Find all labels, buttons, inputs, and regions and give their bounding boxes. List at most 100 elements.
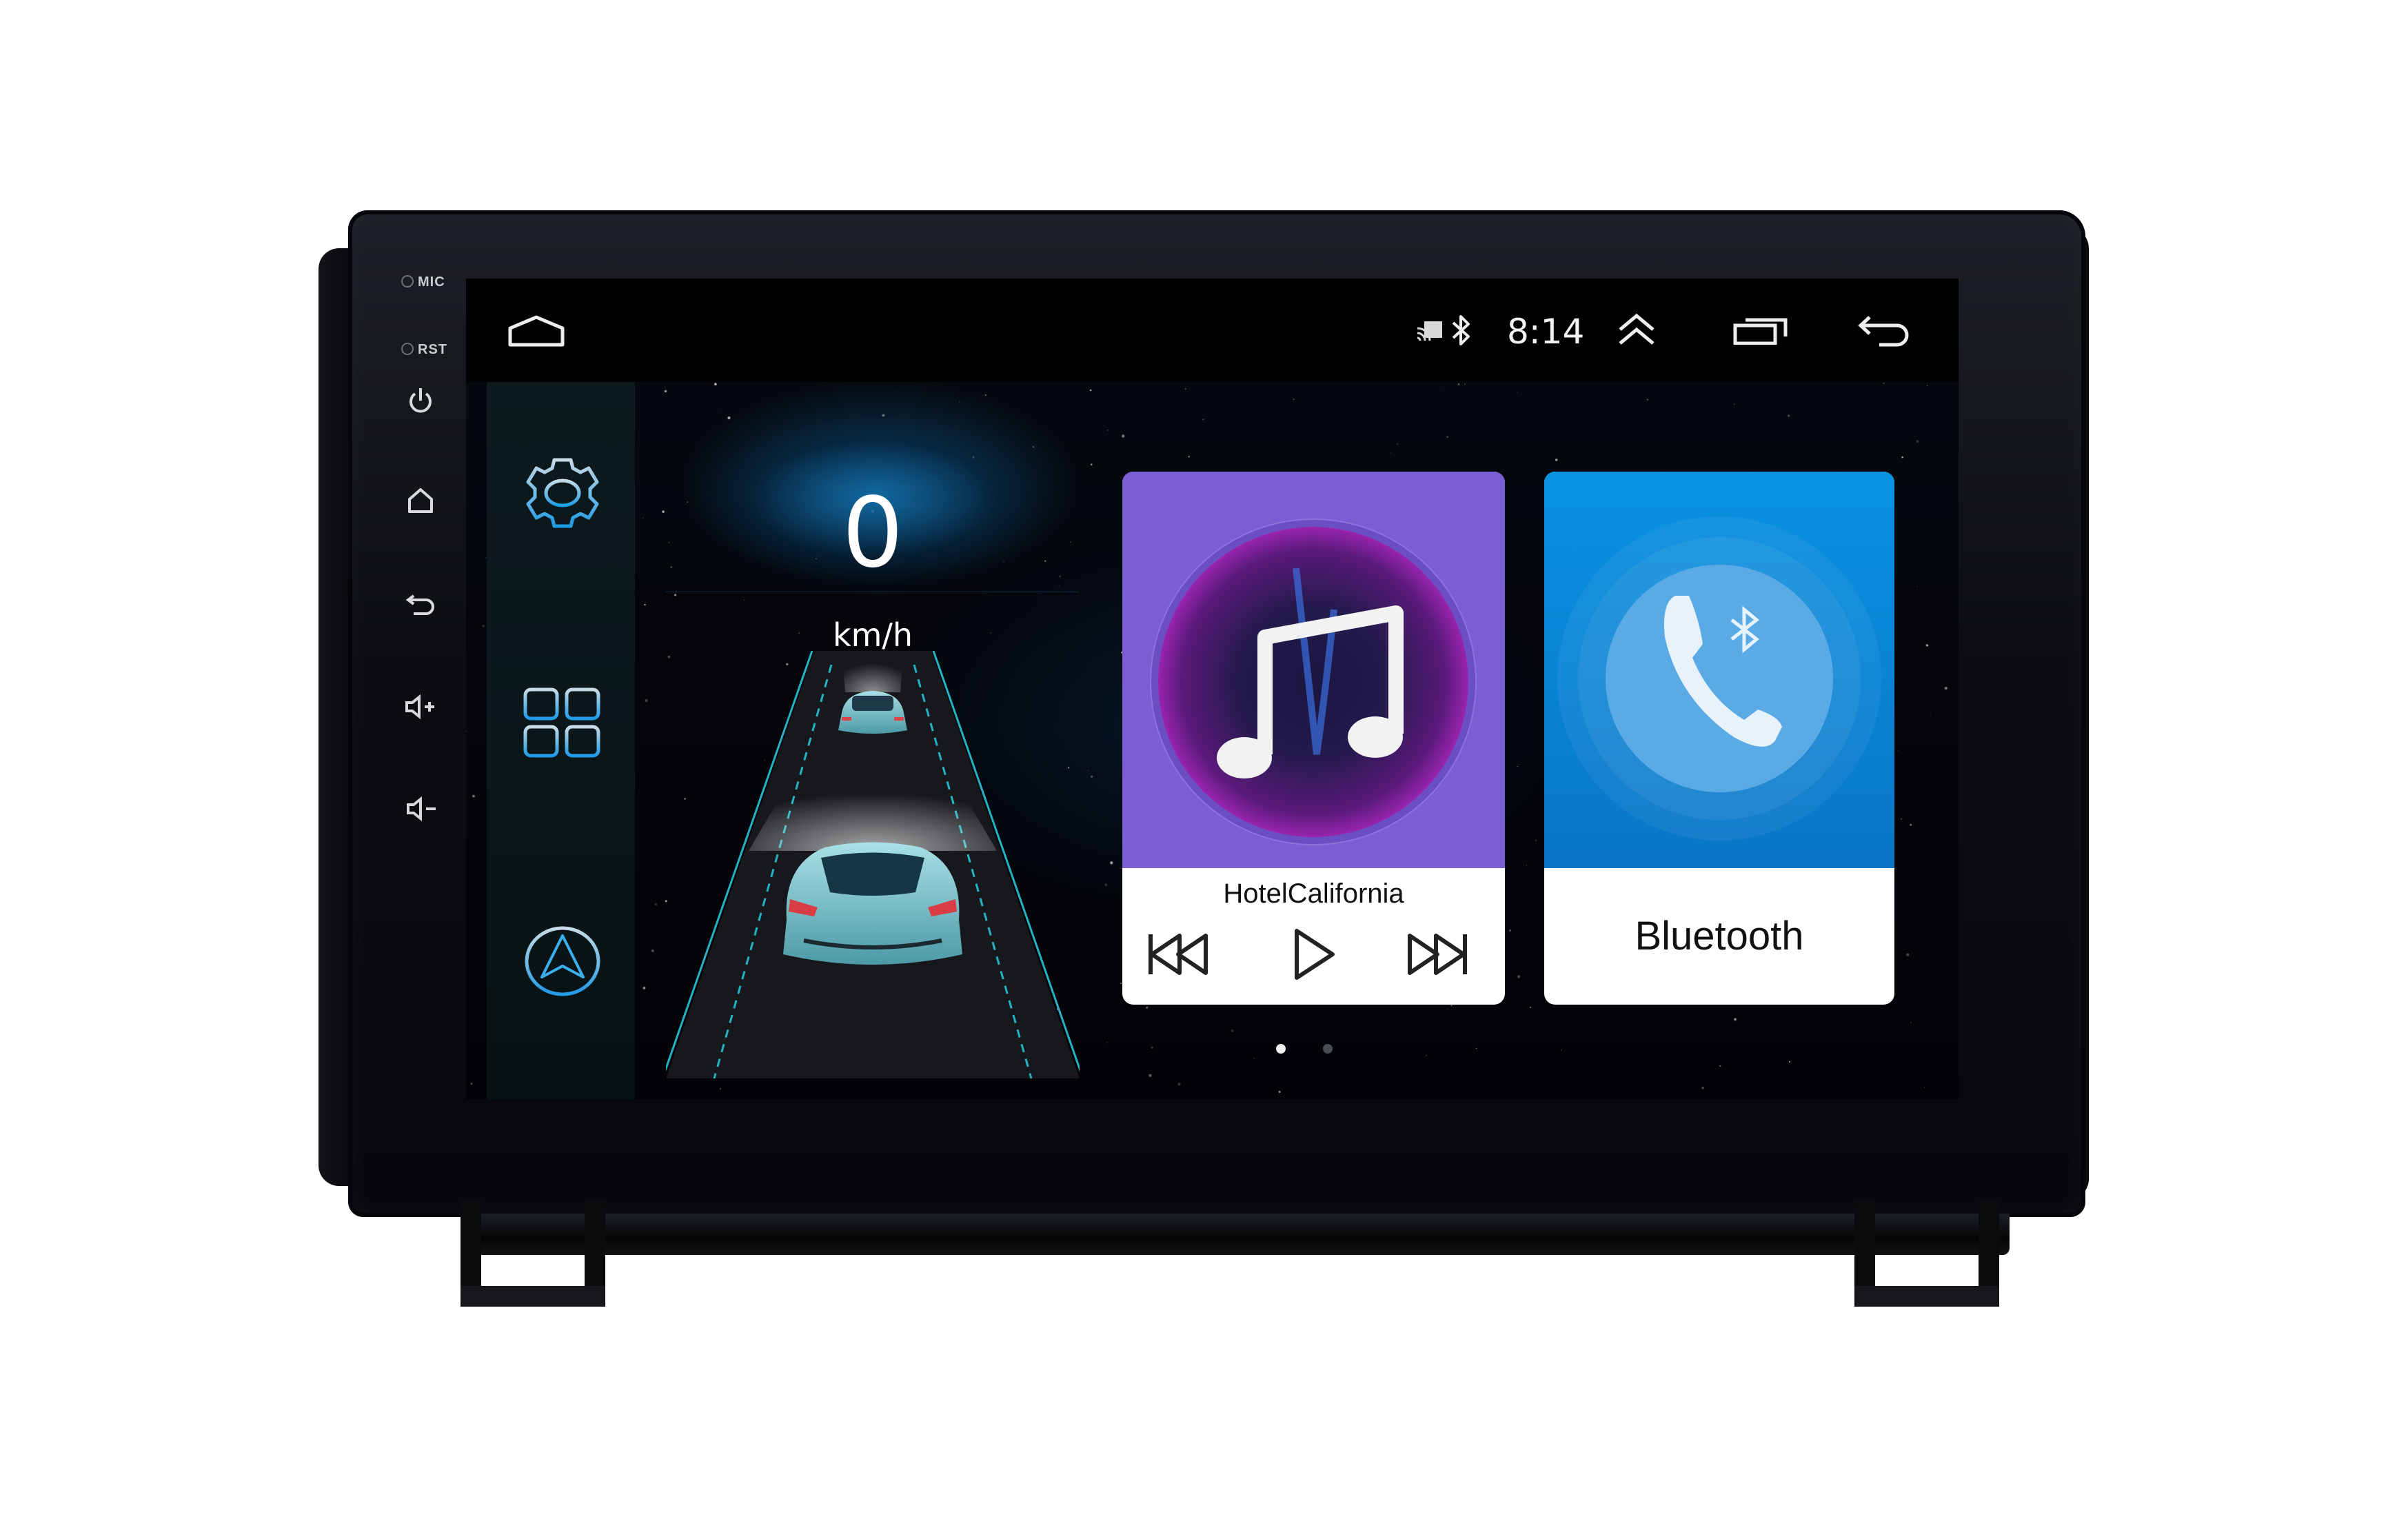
mount-bracket-right	[1854, 1200, 1999, 1307]
double-chevron-up-icon	[1619, 313, 1655, 345]
bluetooth-status	[1450, 313, 1473, 348]
back-icon	[405, 594, 434, 615]
star	[1446, 436, 1448, 438]
star	[1789, 1060, 1791, 1063]
bluetooth-icon	[1452, 315, 1470, 345]
star	[1122, 434, 1125, 438]
star	[645, 698, 648, 703]
music-note-icon	[1217, 567, 1404, 778]
hardware-volume-down-button[interactable]	[400, 792, 441, 826]
star	[1923, 1087, 1925, 1088]
star	[1910, 824, 1912, 826]
star	[1278, 1091, 1281, 1093]
star	[1910, 1022, 1912, 1023]
reset-label: RST	[418, 342, 447, 357]
page-dot[interactable]	[1323, 1044, 1333, 1054]
star	[1901, 456, 1903, 459]
mic-hole-icon	[401, 275, 414, 288]
ego-car-image	[783, 842, 962, 965]
speed-value: 0	[842, 477, 904, 590]
status-home-button[interactable]	[507, 314, 565, 348]
star	[719, 1087, 722, 1090]
hardware-home-button[interactable]	[400, 483, 441, 517]
star	[1883, 382, 1885, 384]
star	[1146, 1006, 1149, 1009]
dock-item-navigation[interactable]	[514, 916, 611, 1006]
star	[1293, 399, 1295, 401]
star	[1944, 687, 1947, 690]
mic-label: MIC	[418, 274, 445, 290]
dock-item-settings[interactable]	[514, 448, 611, 537]
gear-icon	[526, 458, 599, 528]
play-button[interactable]	[1275, 923, 1351, 985]
star	[1450, 1005, 1453, 1007]
bluetooth-widget[interactable]: Bluetooth	[1544, 472, 1894, 1005]
star	[654, 903, 658, 906]
hardware-back-button[interactable]	[400, 586, 441, 621]
star	[1517, 975, 1521, 978]
star	[472, 794, 475, 798]
home-icon	[508, 315, 565, 347]
star	[1897, 750, 1899, 752]
star	[1110, 861, 1113, 865]
star	[1509, 929, 1511, 932]
bluetooth-artwork	[1544, 472, 1894, 868]
hardware-power-button[interactable]	[400, 383, 441, 417]
touch-screen: 8:14 0 km/h HotelCalifornia Bluetooth	[466, 279, 1959, 1099]
star	[1535, 839, 1537, 841]
star	[1464, 383, 1466, 385]
navigation-arrow-icon	[525, 926, 600, 996]
next-track-icon	[1408, 934, 1467, 975]
star	[1734, 1018, 1737, 1021]
star	[1426, 1055, 1427, 1056]
star	[644, 603, 646, 606]
star	[1090, 463, 1093, 465]
left-dock	[487, 382, 635, 1099]
recent-apps-icon	[1733, 318, 1788, 345]
star	[1916, 586, 1918, 587]
star	[651, 949, 654, 952]
star	[1091, 775, 1093, 778]
previous-track-button[interactable]	[1142, 923, 1217, 985]
recent-apps-button[interactable]	[1733, 317, 1788, 345]
page-dot[interactable]	[1276, 1044, 1286, 1054]
star	[1390, 452, 1391, 454]
star	[1446, 1008, 1448, 1009]
star	[1149, 1074, 1152, 1077]
star	[1530, 1007, 1532, 1008]
bluetooth-phone-icon	[1557, 516, 1881, 841]
star	[1927, 385, 1928, 386]
star	[1185, 388, 1186, 390]
star	[1930, 713, 1931, 714]
power-icon	[409, 388, 432, 413]
notification-shade-button[interactable]	[1616, 312, 1657, 346]
star	[1120, 982, 1122, 985]
play-icon	[1295, 929, 1335, 980]
star	[1104, 883, 1108, 886]
next-track-button[interactable]	[1398, 923, 1474, 985]
status-back-button[interactable]	[1857, 314, 1912, 348]
volume-up-icon	[405, 694, 434, 720]
star	[1916, 440, 1919, 443]
reset-button[interactable]: RST	[401, 342, 447, 358]
back-icon	[1858, 316, 1909, 347]
road-illustration	[666, 651, 1080, 1078]
track-title: HotelCalifornia	[1223, 878, 1404, 909]
star	[1188, 456, 1190, 458]
dock-item-apps[interactable]	[514, 678, 611, 768]
star	[1701, 1087, 1704, 1089]
star	[1906, 953, 1910, 956]
hardware-button-column: MIC RST	[386, 269, 462, 889]
mount-bracket-left	[461, 1200, 605, 1307]
star	[1646, 399, 1648, 401]
music-disc	[1158, 527, 1468, 837]
speed-unit: km/h	[832, 616, 913, 654]
playback-controls	[1122, 923, 1505, 985]
star	[1555, 459, 1558, 461]
star	[1177, 1083, 1181, 1086]
hardware-volume-up-button[interactable]	[400, 690, 441, 724]
music-widget[interactable]: HotelCalifornia	[1122, 472, 1505, 1005]
speedometer-widget[interactable]: 0 km/h	[666, 382, 1080, 1078]
star	[1901, 818, 1902, 820]
status-bar: 8:14	[466, 279, 1959, 382]
